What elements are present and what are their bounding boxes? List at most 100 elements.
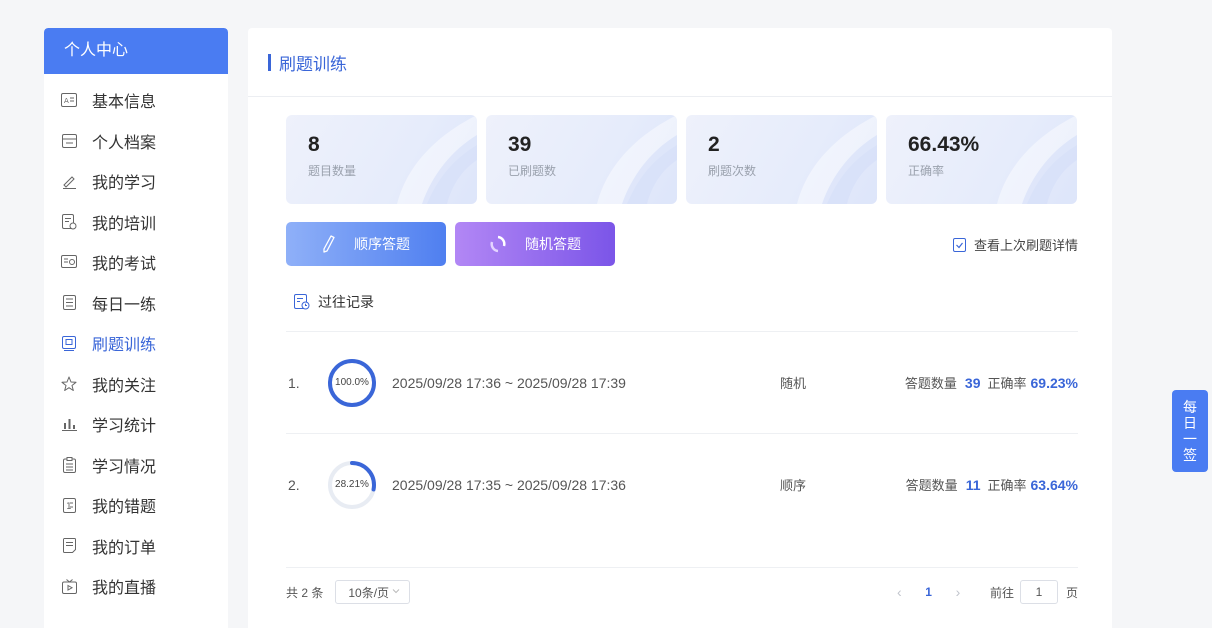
progress-ring: 100.0% <box>326 357 378 409</box>
daily-sign-button[interactable]: 每 日 一 签 <box>1172 390 1208 472</box>
action-row: 顺序答题 随机答题 查看上次刷题详情 <box>286 222 1078 266</box>
history-icon <box>294 294 310 310</box>
pagination: 共 2 条 10条/页 ‹ 1 › 前往 页 <box>286 567 1078 604</box>
stat-value: 66.43% <box>908 133 980 156</box>
stat-card-accuracy: 66.43% 正确率 <box>886 115 1077 204</box>
sidebar-item-profile[interactable]: 个人档案 <box>44 121 228 162</box>
sidebar-header: 个人中心 <box>44 28 228 74</box>
archive-icon <box>60 132 78 150</box>
record-mode: 顺序 <box>780 478 807 493</box>
sidebar-item-label: 学习统计 <box>92 418 157 436</box>
sidebar-item-label: 我的关注 <box>92 377 157 395</box>
sidebar-item-study-status[interactable]: 学习情况 <box>44 445 228 486</box>
sidebar-item-my-follow[interactable]: 我的关注 <box>44 364 228 405</box>
page-title: 刷题训练 <box>279 54 347 74</box>
star-icon <box>60 375 78 393</box>
sidebar-item-label: 刷题训练 <box>92 337 157 355</box>
sidebar-item-label: 我的错题 <box>92 499 157 517</box>
sidebar-item-label: 个人档案 <box>92 134 157 152</box>
random-answer-button[interactable]: 随机答题 <box>455 222 615 266</box>
practice-icon <box>60 334 78 352</box>
answer-count-label: 答题数量 <box>905 478 958 493</box>
next-page-icon[interactable]: › <box>950 584 966 600</box>
history-list: 1. 100.0% 2025/09/28 17:36 ~ 2025/09/28 … <box>286 331 1078 535</box>
sidebar-item-my-study[interactable]: 我的学习 <box>44 161 228 202</box>
sidebar-item-my-live[interactable]: 我的直播 <box>44 566 228 607</box>
sidebar-item-my-training[interactable]: 我的培训 <box>44 202 228 243</box>
sidebar-item-label: 我的学习 <box>92 175 157 193</box>
pagination-row: 共 2 条 10条/页 ‹ 1 › 前往 页 <box>286 580 1078 604</box>
view-last-detail-link[interactable]: 查看上次刷题详情 <box>952 235 1078 254</box>
stat-label: 已刷题数 <box>508 164 557 178</box>
sidebar-item-daily-practice[interactable]: 每日一练 <box>44 283 228 324</box>
sidebar-item-basic-info[interactable]: A 基本信息 <box>44 80 228 121</box>
history-record[interactable]: 1. 100.0% 2025/09/28 17:36 ~ 2025/09/28 … <box>286 331 1078 433</box>
sidebar-menu: A 基本信息 个人档案 我的学习 我的培训 我的考试 每日一练 刷题训练 我的关… <box>44 74 228 607</box>
sidebar-item-label: 学习情况 <box>92 458 157 476</box>
goto-label: 前往 <box>989 585 1014 600</box>
button-label: 随机答题 <box>525 236 581 252</box>
checklist-icon <box>952 237 966 252</box>
stat-card-session-count: 2 刷题次数 <box>686 115 877 204</box>
daily-doc-icon <box>60 294 78 312</box>
stat-label: 题目数量 <box>308 164 357 178</box>
record-index: 2. <box>288 476 300 493</box>
title-accent-bar <box>268 53 271 71</box>
main-panel: 刷题训练 8 题目数量 39 已刷题数 2 刷题次数 66.43% 正确率 顺序… <box>248 28 1112 628</box>
record-time-range: 2025/09/28 17:36 ~ 2025/09/28 17:39 <box>392 374 626 391</box>
order-icon <box>60 537 78 555</box>
answer-count-value: 39 <box>964 375 981 391</box>
page-size-select[interactable]: 10条/页 <box>335 580 411 604</box>
accuracy-value: 69.23% <box>1030 375 1078 391</box>
daily-sign-char: 签 <box>1183 447 1197 463</box>
sidebar-item-my-exam[interactable]: 我的考试 <box>44 242 228 283</box>
card-decoration <box>397 115 477 204</box>
stat-label: 正确率 <box>908 164 945 178</box>
page-size-value: 10条/页 <box>348 585 390 600</box>
sidebar-item-my-orders[interactable]: 我的订单 <box>44 526 228 567</box>
goto-page-input[interactable] <box>1019 580 1058 604</box>
pagination-controls: ‹ 1 › 前往 页 <box>891 580 1078 604</box>
answer-count-value: 11 <box>965 477 981 493</box>
history-record[interactable]: 2. 28.21% 2025/09/28 17:35 ~ 2025/09/28 … <box>286 433 1078 535</box>
panel-header: 刷题训练 <box>248 28 1112 97</box>
stat-card-question-count: 8 题目数量 <box>286 115 477 204</box>
sidebar-item-label: 我的培训 <box>92 215 157 233</box>
sidebar-item-practice-training[interactable]: 刷题训练 <box>44 323 228 364</box>
progress-percent: 28.21% <box>335 478 369 490</box>
accuracy-value: 63.64% <box>1030 477 1078 493</box>
svg-text:A: A <box>64 97 69 105</box>
page-number[interactable]: 1 <box>925 585 932 599</box>
page-suffix: 页 <box>1065 585 1078 600</box>
daily-sign-char: 一 <box>1183 431 1197 447</box>
sidebar-item-label: 基本信息 <box>92 94 157 112</box>
sidebar-item-label: 我的考试 <box>92 256 157 274</box>
sidebar: 个人中心 A 基本信息 个人档案 我的学习 我的培训 我的考试 每日一练 刷题训… <box>44 28 228 628</box>
stat-label: 刷题次数 <box>708 164 757 178</box>
prev-page-icon[interactable]: ‹ <box>891 584 907 600</box>
stat-value: 8 <box>308 133 320 156</box>
accuracy-label: 正确率 <box>987 376 1027 391</box>
sidebar-item-label: 每日一练 <box>92 296 157 314</box>
stat-value: 2 <box>708 133 720 156</box>
chevron-down-icon <box>391 586 401 596</box>
exam-icon <box>60 253 78 271</box>
progress-percent: 100.0% <box>335 376 369 388</box>
sidebar-item-label: 我的订单 <box>92 539 157 557</box>
card-decoration <box>997 115 1077 204</box>
stat-card-practiced-count: 39 已刷题数 <box>486 115 677 204</box>
goto-page: 前往 页 <box>990 580 1078 604</box>
sidebar-item-study-stats[interactable]: 学习统计 <box>44 404 228 445</box>
training-doc-icon <box>60 213 78 231</box>
history-title-label: 过往记录 <box>318 294 374 310</box>
answer-count-label: 答题数量 <box>904 376 957 391</box>
record-stats: 答题数量 39 正确率 69.23% <box>905 373 1078 392</box>
stats-row: 8 题目数量 39 已刷题数 2 刷题次数 66.43% 正确率 <box>286 115 1077 204</box>
sequential-answer-button[interactable]: 顺序答题 <box>286 222 446 266</box>
live-icon <box>60 577 78 595</box>
sidebar-item-wrong-questions[interactable]: 1 我的错题 <box>44 485 228 526</box>
total-count: 共 2 条 <box>286 585 324 600</box>
daily-sign-char: 日 <box>1183 415 1197 431</box>
shuffle-icon <box>489 235 507 253</box>
accuracy-label: 正确率 <box>987 478 1027 493</box>
